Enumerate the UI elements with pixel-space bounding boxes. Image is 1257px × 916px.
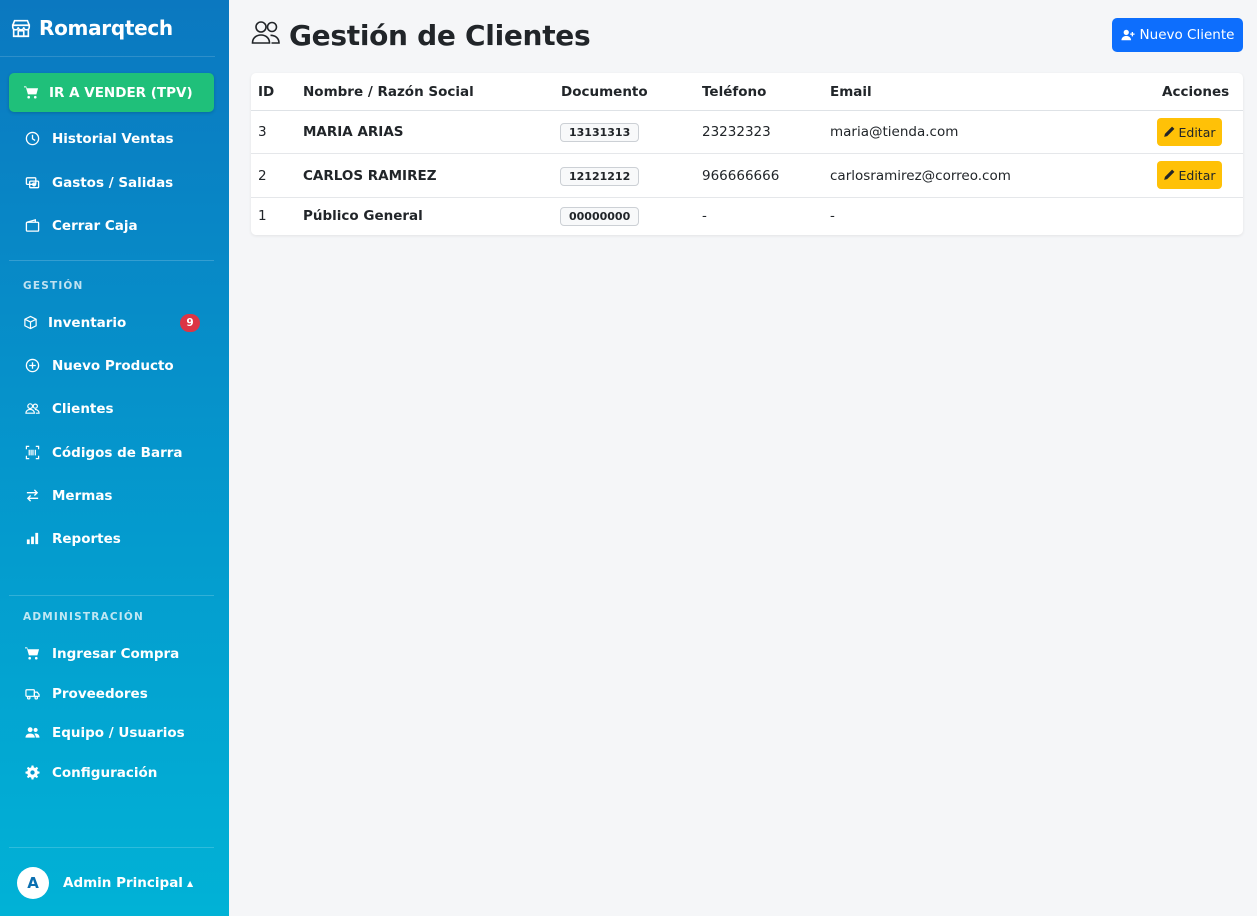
cart-icon	[24, 645, 41, 662]
new-client-label: Nuevo Cliente	[1139, 27, 1235, 43]
sidebar-divider	[9, 260, 214, 261]
inventory-count-badge: 9	[180, 314, 200, 332]
avatar: A	[17, 867, 49, 899]
caret-up-icon: ▲	[186, 878, 194, 888]
users-icon	[24, 724, 41, 741]
barcode-icon	[24, 444, 41, 461]
cell-name: CARLOS RAMIREZ	[303, 168, 437, 184]
section-title-gestion: GESTIÓN	[23, 280, 84, 292]
col-document: Documento	[561, 84, 648, 100]
col-phone: Teléfono	[702, 84, 767, 100]
sidebar-item-label: Historial Ventas	[52, 130, 174, 147]
sidebar-item-mermas[interactable]: Mermas	[24, 487, 112, 504]
table-header: ID Nombre / Razón Social Documento Teléf…	[251, 73, 1243, 111]
cell-id: 3	[258, 124, 267, 140]
cart-icon	[24, 86, 39, 99]
sidebar-item-codigos-barra[interactable]: Códigos de Barra	[24, 444, 183, 461]
wallet-icon	[24, 217, 41, 234]
pencil-icon	[1164, 169, 1175, 180]
cell-phone: 23232323	[702, 124, 771, 140]
sidebar-item-equipo[interactable]: Equipo / Usuarios	[24, 724, 185, 741]
person-plus-icon	[1120, 29, 1135, 41]
edit-label: Editar	[1178, 124, 1216, 140]
truck-icon	[24, 685, 41, 702]
sidebar-item-gastos[interactable]: Gastos / Salidas	[24, 174, 173, 191]
cell-name: Público General	[303, 208, 423, 224]
sidebar-item-label: Proveedores	[52, 685, 148, 702]
sidebar: Romarqtech IR A VENDER (TPV) Historial V…	[0, 0, 229, 916]
sidebar-item-inventario[interactable]: Inventario	[22, 314, 126, 331]
col-actions: Acciones	[1162, 84, 1230, 100]
people-icon	[251, 18, 281, 52]
sidebar-item-label: Configuración	[52, 764, 158, 781]
shop-icon	[11, 19, 31, 38]
sidebar-item-proveedores[interactable]: Proveedores	[24, 685, 148, 702]
sidebar-item-label: Nuevo Producto	[52, 357, 174, 374]
cell-email: -	[830, 208, 835, 224]
sidebar-item-reportes[interactable]: Reportes	[24, 530, 121, 547]
sidebar-item-nuevo-producto[interactable]: Nuevo Producto	[24, 357, 174, 374]
sidebar-item-label: Inventario	[48, 314, 127, 331]
cell-id: 1	[258, 208, 267, 224]
plus-circle-icon	[24, 357, 41, 374]
document-badge: 12121212	[560, 167, 640, 186]
edit-label: Editar	[1178, 167, 1216, 183]
cell-id: 2	[258, 168, 267, 184]
table-row: 1 Público General 00000000 - -	[251, 198, 1243, 235]
brand[interactable]: Romarqtech	[0, 0, 215, 57]
page-header: Gestión de Clientes	[251, 18, 591, 52]
sidebar-item-label: Equipo / Usuarios	[52, 724, 185, 741]
sidebar-item-label: Mermas	[52, 487, 113, 504]
box-icon	[22, 314, 39, 331]
clients-table: ID Nombre / Razón Social Documento Teléf…	[251, 73, 1243, 235]
section-title-administracion: ADMINISTRACIÓN	[23, 611, 144, 623]
cell-email: maria@tienda.com	[830, 124, 959, 140]
arrows-icon	[24, 487, 41, 504]
user-name: Admin Principal	[63, 875, 183, 891]
brand-name: Romarqtech	[39, 16, 173, 40]
user-menu[interactable]: A Admin Principal ▲	[17, 867, 193, 899]
sidebar-item-label: Reportes	[52, 530, 121, 547]
sidebar-divider	[9, 847, 214, 848]
sidebar-item-ingresar-compra[interactable]: Ingresar Compra	[24, 645, 179, 662]
document-badge: 13131313	[560, 123, 640, 142]
col-name: Nombre / Razón Social	[303, 84, 474, 100]
sidebar-item-label: Ingresar Compra	[52, 645, 180, 662]
edit-button[interactable]: Editar	[1157, 161, 1222, 189]
tpv-label: IR A VENDER (TPV)	[49, 84, 193, 101]
edit-button[interactable]: Editar	[1157, 118, 1222, 146]
table-row: 2 CARLOS RAMIREZ 12121212 966666666 carl…	[251, 154, 1243, 198]
sidebar-item-label: Gastos / Salidas	[52, 174, 174, 191]
col-email: Email	[830, 84, 872, 100]
sidebar-item-cerrar-caja[interactable]: Cerrar Caja	[24, 217, 138, 234]
cell-email: carlosramirez@correo.com	[830, 168, 1011, 184]
tpv-button[interactable]: IR A VENDER (TPV)	[9, 73, 214, 112]
cell-phone: 966666666	[702, 168, 780, 184]
col-id: ID	[258, 84, 275, 100]
sidebar-divider	[9, 595, 214, 596]
cash-icon	[24, 174, 41, 191]
clock-icon	[24, 130, 41, 147]
sidebar-item-label: Clientes	[52, 400, 114, 417]
sidebar-item-label: Cerrar Caja	[52, 217, 138, 234]
page-title: Gestión de Clientes	[289, 18, 591, 52]
new-client-button[interactable]: Nuevo Cliente	[1112, 18, 1243, 52]
cell-name: MARIA ARIAS	[303, 124, 404, 140]
sidebar-item-configuracion[interactable]: Configuración	[24, 764, 157, 781]
pencil-icon	[1164, 126, 1175, 137]
document-badge: 00000000	[560, 207, 640, 226]
sidebar-item-historial-ventas[interactable]: Historial Ventas	[24, 130, 174, 147]
people-icon	[24, 400, 41, 417]
gear-icon	[24, 764, 41, 781]
sidebar-item-clientes[interactable]: Clientes	[24, 400, 114, 417]
bar-chart-icon	[24, 530, 41, 547]
sidebar-item-label: Códigos de Barra	[52, 444, 183, 461]
table-row: 3 MARIA ARIAS 13131313 23232323 maria@ti…	[251, 111, 1243, 154]
cell-phone: -	[702, 208, 707, 224]
